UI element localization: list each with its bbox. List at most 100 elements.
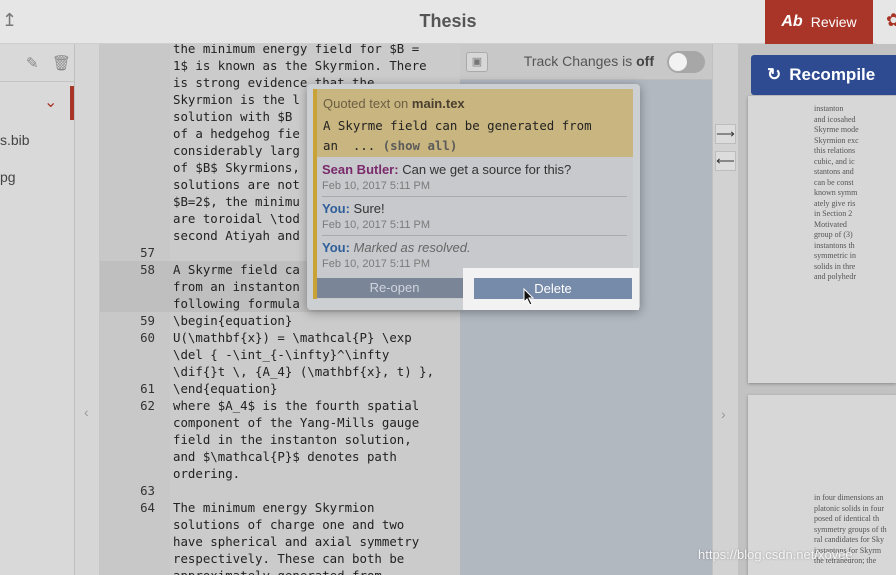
pdf-text-line: posed of identical th xyxy=(814,514,880,523)
line-text: A Skyrme field ca xyxy=(173,262,300,277)
pdf-text-line: in four dimensions an xyxy=(814,493,884,502)
comment-entry: Sean Butler: Can we get a source for thi… xyxy=(322,162,571,192)
folder-row[interactable]: ⌄ xyxy=(0,82,74,122)
line-text: following formula xyxy=(173,296,300,311)
pdf-text-line: this relations xyxy=(814,146,856,155)
review-icon: Ab xyxy=(781,13,803,30)
pdf-splitter[interactable]: ⟶ ⟵ › xyxy=(712,44,738,575)
line-number: 61 xyxy=(140,381,155,396)
line-text: \del { -\int_{-\infty}^\infty xyxy=(173,347,390,362)
quoted-text-line-1: A Skyrme field can be generated from xyxy=(323,118,592,133)
line-text: and $\mathcal{P}$ denotes path xyxy=(173,449,397,464)
pdf-text-line: Motivated xyxy=(814,219,847,229)
mouse-cursor-icon xyxy=(523,288,535,306)
show-all-link[interactable]: (show all) xyxy=(383,138,458,153)
line-text: $B=2$, the minimu xyxy=(173,194,300,209)
line-text: Skyrmion is the l xyxy=(173,92,300,107)
line-text: 1$ is known as the Skyrmion. There xyxy=(173,58,427,73)
review-button[interactable]: Ab Review xyxy=(765,0,873,44)
top-bar: ↥ Thesis xyxy=(0,0,896,44)
line-text: approximately generated from xyxy=(173,567,382,575)
delete-button[interactable]: Delete xyxy=(474,278,632,299)
track-changes-label: Track Changes is off xyxy=(524,53,654,69)
chevron-down-icon[interactable]: ⌄ xyxy=(44,92,57,112)
review-label: Review xyxy=(810,14,857,30)
pdf-text-line: cubic, and ic xyxy=(814,156,855,166)
line-text: component of the Yang-Mills gauge xyxy=(173,415,420,430)
chat-icon[interactable]: ✿ xyxy=(876,0,896,44)
line-text: second Atiyah and xyxy=(173,228,300,243)
sync-to-pdf-icon[interactable]: ⟶ xyxy=(715,124,736,144)
collapse-right-icon[interactable]: › xyxy=(721,406,726,422)
rename-icon[interactable]: ✎ xyxy=(26,54,39,72)
pdf-text-line: platonic solids in four xyxy=(814,503,884,513)
line-text: of $B$ Skyrmions, xyxy=(173,160,300,175)
line-text: the minimum energy field for $B = xyxy=(173,44,420,56)
file-tree: ✎ 🗑 ⌄ s.bib pg xyxy=(0,44,75,575)
line-number: 60 xyxy=(140,330,155,345)
line-text: considerably larg xyxy=(173,143,300,158)
line-text: where $A_4$ is the fourth spatial xyxy=(173,398,420,413)
comment-text: Can we get a source for this? xyxy=(402,162,572,177)
delete-file-icon[interactable]: 🗑 xyxy=(52,54,71,72)
line-number: 63 xyxy=(140,483,155,498)
line-text: \end{equation} xyxy=(173,381,278,396)
comment-entry: You: Sure! Feb 10, 2017 5:11 PM xyxy=(322,201,430,231)
line-number: 59 xyxy=(140,313,155,328)
watermark: https://blog.csdn.net/xovee xyxy=(698,547,853,562)
resolved-text: Marked as resolved. xyxy=(353,240,471,255)
collapse-left-icon[interactable]: ‹ xyxy=(84,404,89,420)
line-text: are toroidal \tod xyxy=(173,211,300,226)
line-text: have spherical and axial symmetry xyxy=(173,534,420,549)
line-text: solutions are not xyxy=(173,177,300,192)
inbox-icon[interactable]: ▣ xyxy=(466,52,488,72)
recompile-button[interactable]: ↻ Recompile xyxy=(751,55,896,95)
quoted-text-line-2: an ... xyxy=(323,138,383,153)
pdf-text-line: instantons th xyxy=(814,240,855,250)
line-number: 62 xyxy=(140,398,155,413)
comment-entry: You: Marked as resolved. Feb 10, 2017 5:… xyxy=(322,240,471,270)
quoted-text-header: Quoted text on main.tex xyxy=(323,96,465,111)
pdf-text-line: known symm xyxy=(814,188,858,197)
line-text: solutions of charge one and two xyxy=(173,517,405,532)
pdf-text-line: ral candidates for Sky xyxy=(814,535,884,544)
pdf-text-line: stantons and xyxy=(814,167,854,176)
line-text: field in the instanton solution, xyxy=(173,432,412,447)
line-number: 58 xyxy=(140,262,155,277)
pdf-text-line: group of (3) xyxy=(814,230,853,239)
comment-author: Sean Butler: xyxy=(322,162,399,177)
line-text: \dif{}t \, {A_4} (\mathbf{x}, t) }, xyxy=(173,364,435,379)
pdf-text-line: and icosahed xyxy=(814,114,856,124)
file-item-bib[interactable]: s.bib xyxy=(0,132,30,148)
pdf-text-line: can be const xyxy=(814,177,854,187)
line-text: U(\mathbf{x}) = \mathcal{P} \exp xyxy=(173,330,412,345)
file-tree-splitter[interactable]: ‹ xyxy=(75,44,100,575)
reopen-button[interactable]: Re-open xyxy=(317,278,472,298)
comment-author: You: xyxy=(322,201,350,216)
quoted-text-box: Quoted text on main.tex A Skyrme field c… xyxy=(317,89,633,157)
file-item-image[interactable]: pg xyxy=(0,169,16,185)
line-number: 57 xyxy=(140,245,155,260)
track-changes-state: off xyxy=(636,53,654,69)
selection-indicator xyxy=(70,86,74,120)
line-text: The minimum energy Skyrmion xyxy=(173,500,375,515)
review-panel-header: ▣ Track Changes is off xyxy=(460,44,712,80)
comment-timestamp: Feb 10, 2017 5:11 PM xyxy=(322,180,431,192)
toggle-knob xyxy=(669,53,687,71)
recompile-label: Recompile xyxy=(789,65,876,84)
pdf-text-line: solids in thre xyxy=(814,261,856,271)
track-changes-toggle[interactable] xyxy=(667,51,705,73)
comment-timestamp: Feb 10, 2017 5:11 PM xyxy=(322,219,431,231)
track-changes-prefix: Track Changes is xyxy=(523,53,633,69)
pdf-text-line: Skyrme mode xyxy=(814,125,859,134)
sync-to-code-icon[interactable]: ⟵ xyxy=(715,151,736,171)
pdf-page[interactable]: instanton and icosahed Skyrme mode Skyrmion… xyxy=(748,96,896,383)
line-text: of a hedgehog fie xyxy=(173,126,300,141)
line-text: solution with $B xyxy=(173,109,300,124)
pdf-text-line: symmetric in xyxy=(814,251,856,260)
comment-author: You: xyxy=(322,240,350,255)
quoted-prefix: Quoted text on xyxy=(323,96,409,111)
line-number: 64 xyxy=(140,500,155,515)
refresh-icon: ↻ xyxy=(767,65,782,84)
line-text: \begin{equation} xyxy=(173,313,293,328)
